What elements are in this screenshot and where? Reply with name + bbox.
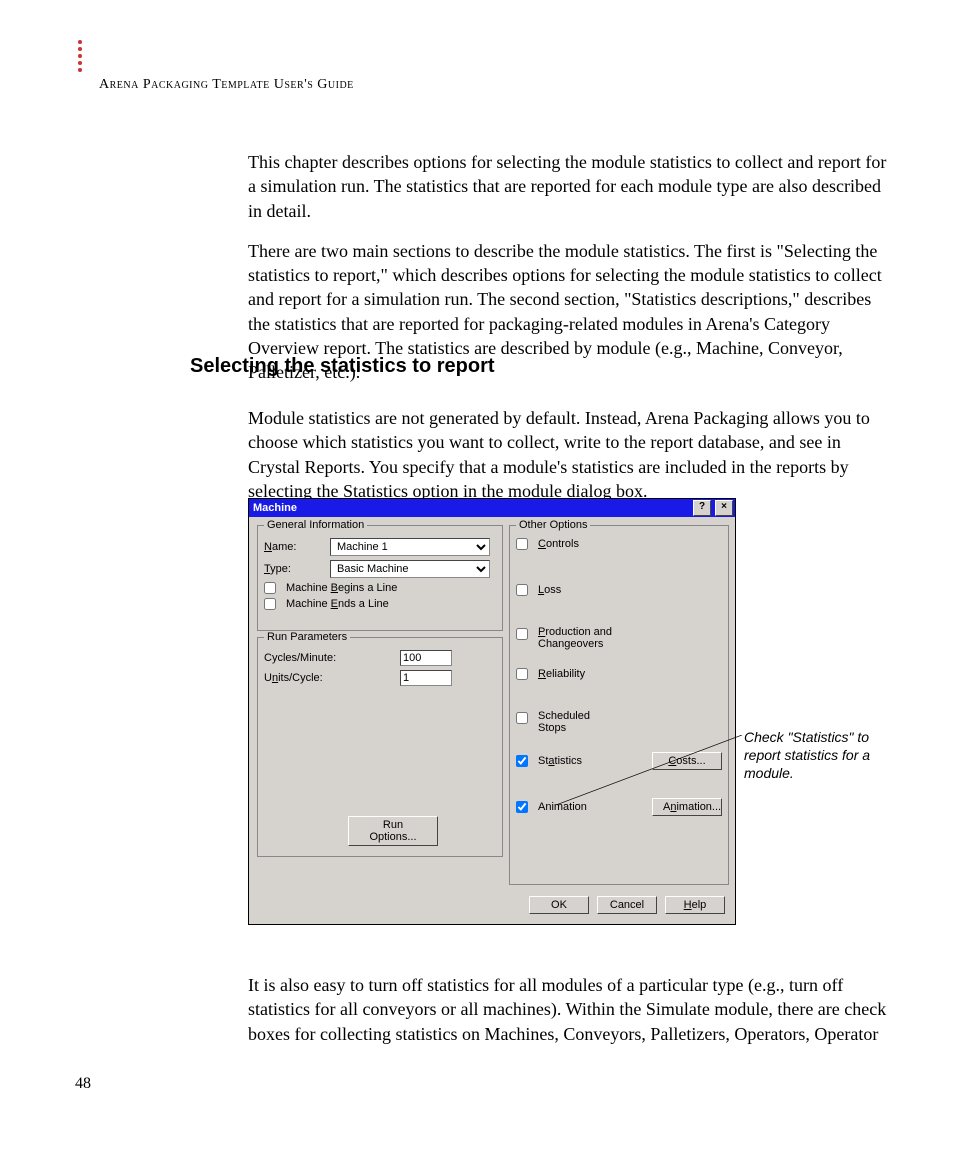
prodchange-checkbox[interactable] — [516, 628, 528, 640]
help-button[interactable]: Help — [665, 896, 725, 914]
cycles-input[interactable] — [400, 650, 452, 666]
cancel-button[interactable]: Cancel — [597, 896, 657, 914]
loss-label: Loss — [538, 584, 561, 596]
help-icon[interactable]: ? — [693, 500, 711, 516]
dialog-titlebar: Machine ? × — [249, 499, 735, 517]
reliability-label: Reliability — [538, 668, 585, 680]
loss-checkbox[interactable] — [516, 584, 528, 596]
begins-line-checkbox[interactable] — [264, 582, 276, 594]
ends-line-checkbox[interactable] — [264, 598, 276, 610]
animation-label: Animation — [538, 801, 587, 813]
schedstops-label: ScheduledStops — [538, 710, 590, 734]
para-3: Module statistics are not generated by d… — [248, 406, 888, 503]
costs-button[interactable]: Costs... — [652, 752, 722, 770]
group-run-legend: Run Parameters — [264, 631, 350, 643]
group-other-options: Other Options Controls Loss Production a… — [509, 525, 729, 885]
ends-line-label: Machine Ends a Line — [286, 598, 389, 610]
ok-button[interactable]: OK — [529, 896, 589, 914]
animation-checkbox[interactable] — [516, 801, 528, 813]
reliability-checkbox[interactable] — [516, 668, 528, 680]
dialog-title: Machine — [253, 499, 297, 517]
name-label: Name: — [264, 541, 324, 553]
close-icon[interactable]: × — [715, 500, 733, 516]
machine-dialog: Machine ? × General Information Name: Ma… — [248, 498, 736, 925]
type-select[interactable]: Basic Machine — [330, 560, 490, 578]
dialog-footer: OK Cancel Help — [529, 896, 725, 914]
page-number: 48 — [75, 1075, 91, 1093]
prodchange-label: Production andChangeovers — [538, 626, 612, 650]
group-general-info: General Information Name: Machine 1 Type… — [257, 525, 503, 631]
margin-bullets — [78, 40, 82, 72]
animation-button[interactable]: Animation... — [652, 798, 722, 816]
running-header: Arena Packaging Template User's Guide — [99, 77, 354, 93]
units-input[interactable] — [400, 670, 452, 686]
name-select[interactable]: Machine 1 — [330, 538, 490, 556]
schedstops-checkbox[interactable] — [516, 712, 528, 724]
group-run-params: Run Parameters Cycles/Minute: Units/Cycl… — [257, 637, 503, 857]
run-options-button[interactable]: Run Options... — [348, 816, 438, 846]
statistics-checkbox[interactable] — [516, 755, 528, 767]
begins-line-label: Machine Begins a Line — [286, 582, 397, 594]
units-label: Units/Cycle: — [264, 672, 394, 684]
group-general-legend: General Information — [264, 519, 367, 531]
controls-checkbox[interactable] — [516, 538, 528, 550]
trailing-para: It is also easy to turn off statistics f… — [248, 955, 888, 1064]
statistics-label: Statistics — [538, 755, 582, 767]
para-4: It is also easy to turn off statistics f… — [248, 973, 888, 1046]
annotation-text: Check "Statistics" to report statistics … — [744, 728, 894, 783]
controls-label: Controls — [538, 538, 579, 550]
cycles-label: Cycles/Minute: — [264, 652, 394, 664]
type-label: Type: — [264, 563, 324, 575]
para-1: This chapter describes options for selec… — [248, 150, 888, 223]
group-other-legend: Other Options — [516, 519, 590, 531]
section-heading: Selecting the statistics to report — [190, 355, 495, 378]
